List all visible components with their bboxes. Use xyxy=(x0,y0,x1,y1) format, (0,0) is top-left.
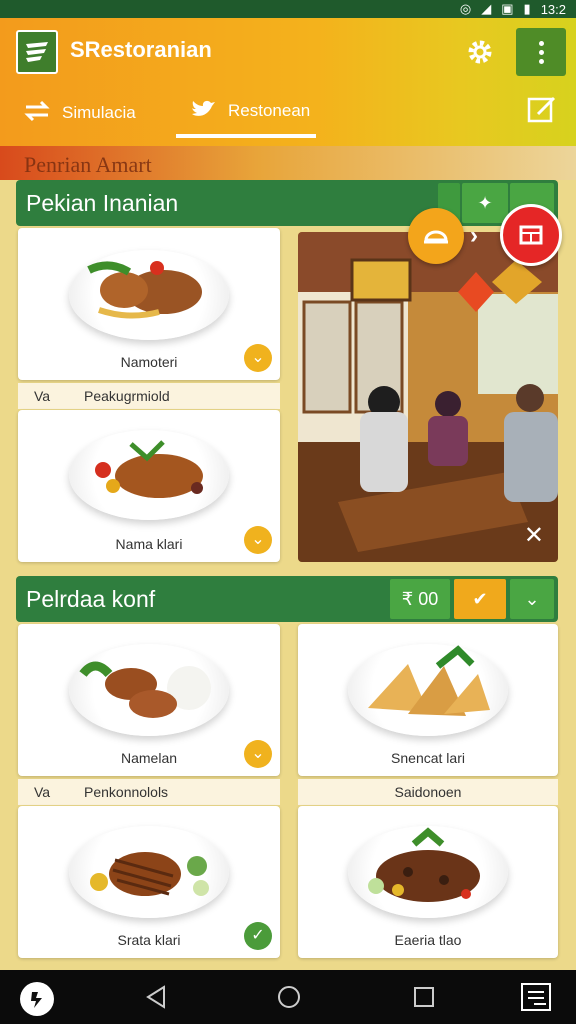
battery-icon: ▮ xyxy=(523,1,531,16)
check-icon: ✔ xyxy=(472,588,488,609)
dish-name: Srata klari xyxy=(117,932,181,948)
category-row: Va Penkonnolols xyxy=(18,779,280,805)
price-filter-label: ₹ 00 xyxy=(401,588,439,609)
dish-image xyxy=(69,250,229,340)
signal-icon: ◢ xyxy=(481,1,492,16)
section-title: Pelrdaa konf xyxy=(26,586,156,612)
edit-icon[interactable] xyxy=(526,94,558,126)
app-logo-icon xyxy=(16,30,58,74)
location-icon: ◎ xyxy=(459,1,472,16)
cuisine-fab[interactable] xyxy=(408,208,464,264)
section-title: Pekian Inanian xyxy=(26,190,179,216)
menu-book-icon xyxy=(519,225,543,245)
dish-name: Nama klari xyxy=(115,536,183,552)
row-label-right: Penkonnolols xyxy=(84,784,169,800)
row-label: Saidonoen xyxy=(394,784,462,800)
dish-name: Namelan xyxy=(120,750,178,766)
dish-image xyxy=(348,826,508,918)
pin-button[interactable]: ✦ xyxy=(462,183,508,223)
dish-image xyxy=(69,644,229,736)
app-bar: SRestoranian Simulacia Restonean xyxy=(0,18,576,146)
sim-icon: ▣ xyxy=(501,1,514,16)
row-label-left: Va xyxy=(34,388,51,404)
tab-label: Simulacia xyxy=(62,103,136,122)
gear-icon[interactable] xyxy=(464,36,496,68)
section-header-1: Pekian Inanian ✦ xyxy=(16,180,558,226)
screenshot-icon[interactable] xyxy=(520,982,552,1017)
restaurant-photo[interactable]: ✕ xyxy=(298,232,558,562)
dish-card[interactable]: Snencat lari xyxy=(298,624,558,776)
confirm-button[interactable]: ✔ xyxy=(454,579,506,619)
chevron-right-icon[interactable]: › xyxy=(470,222,478,250)
tab-simulacia[interactable]: Simulacia xyxy=(24,88,136,138)
category-row: Saidonoen xyxy=(298,779,558,805)
dish-name: Snencat lari xyxy=(391,750,465,766)
home-icon[interactable] xyxy=(276,984,302,1015)
chevron-down-icon[interactable]: ⌄ xyxy=(244,740,272,768)
sort-button[interactable]: ⌄ xyxy=(510,579,554,619)
clock: 13:2 xyxy=(540,1,566,17)
row-label-left: Va xyxy=(34,784,51,800)
dish-name: Eaeria tlao xyxy=(394,932,462,948)
dish-name: Namoteri xyxy=(120,354,178,370)
swap-arrows-icon xyxy=(24,100,50,127)
app-shortcut-icon[interactable] xyxy=(20,982,54,1016)
menu-fab[interactable] xyxy=(500,204,562,266)
dish-card[interactable]: Namelan ⌄ xyxy=(18,624,280,776)
chevron-down-icon[interactable]: ⌄ xyxy=(244,344,272,372)
back-icon[interactable] xyxy=(144,984,170,1015)
app-title: SRestoranian xyxy=(70,37,212,62)
chevron-down-icon[interactable]: ⌄ xyxy=(244,526,272,554)
row-label-right: Peakugrmiold xyxy=(84,388,170,404)
section-header-2: Pelrdaa konf ₹ 00 ✔ ⌄ xyxy=(16,576,558,622)
category-row: Va Peakugrmiold xyxy=(18,383,280,409)
close-icon[interactable]: ✕ xyxy=(524,521,544,550)
chevron-down-icon: ⌄ xyxy=(524,588,540,609)
dish-card[interactable]: Eaeria tlao xyxy=(298,806,558,958)
system-nav-bar xyxy=(0,970,576,1024)
check-circle-icon[interactable]: ✓ xyxy=(244,922,272,950)
dish-card[interactable]: Nama klari ⌄ xyxy=(18,410,280,562)
dish-image xyxy=(69,826,229,918)
dish-image xyxy=(69,430,229,520)
overflow-menu-button[interactable] xyxy=(516,28,566,76)
price-filter-button[interactable]: ₹ 00 xyxy=(390,579,450,619)
banner-text: Penrian Amart xyxy=(24,152,152,177)
pin-icon: ✦ xyxy=(477,192,493,213)
dish-card[interactable]: Srata klari ✓ xyxy=(18,806,280,958)
recents-icon[interactable] xyxy=(412,985,436,1014)
dish-image xyxy=(348,644,508,736)
promo-banner: Penrian Amart xyxy=(0,146,576,180)
tab-label: Restonean xyxy=(228,101,311,120)
bird-icon xyxy=(190,98,216,125)
tab-restonean[interactable]: Restonean xyxy=(176,88,316,138)
status-bar: ◎ ◢ ▣ ▮ 13:2 xyxy=(0,0,576,18)
dish-icon xyxy=(424,230,448,244)
dish-card[interactable]: Namoteri ⌄ xyxy=(18,228,280,380)
